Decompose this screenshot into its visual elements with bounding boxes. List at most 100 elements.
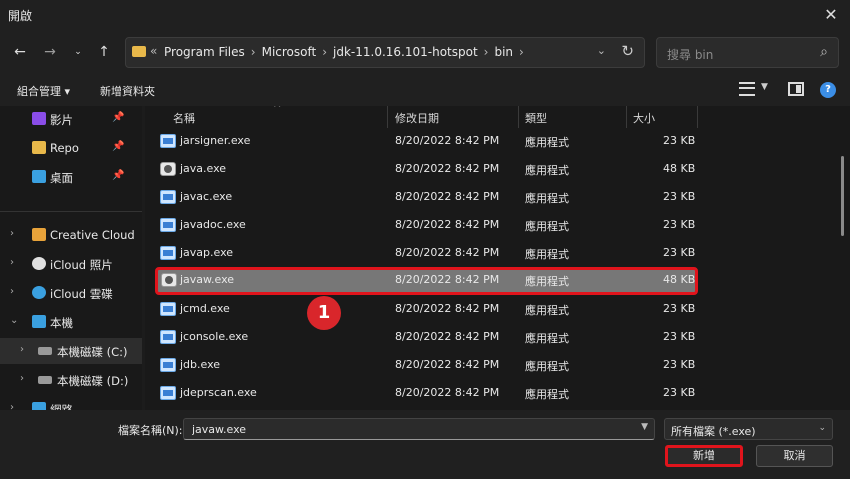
- creative-cloud-icon: [32, 228, 46, 241]
- sidebar-item-videos[interactable]: 影片 📌: [0, 106, 142, 132]
- chevron-right-icon[interactable]: ›: [20, 344, 24, 355]
- recent-chevron-icon[interactable]: ⌄: [68, 42, 88, 62]
- search-input[interactable]: 搜尋 bin ⌕: [656, 37, 839, 68]
- breadcrumb: Program Files › Microsoft › jdk-11.0.16.10…: [164, 45, 524, 59]
- close-icon[interactable]: ✕: [820, 4, 842, 26]
- filename-input[interactable]: [184, 419, 654, 439]
- chevron-down-icon[interactable]: ▼: [641, 422, 648, 432]
- column-divider[interactable]: [626, 106, 627, 128]
- file-size: 23 KB: [663, 190, 696, 203]
- filename-field[interactable]: ▼: [183, 418, 655, 440]
- navigation-bar: ← → ⌄ ↑ « Program Files › Microsoft › jdk-…: [0, 30, 850, 74]
- window-title: 開啟: [8, 9, 33, 23]
- sidebar-item-icloud-photos[interactable]: › iCloud 照片: [0, 251, 142, 277]
- chevron-down-icon: ⌄: [818, 423, 826, 433]
- chevron-down-icon[interactable]: ⌄: [10, 315, 18, 326]
- view-list-icon[interactable]: [739, 82, 755, 96]
- file-type: 應用程式: [525, 164, 569, 177]
- filename-label: 檔案名稱(N):: [118, 424, 183, 437]
- chevron-right-icon[interactable]: ›: [10, 228, 14, 239]
- exe-icon: [160, 386, 176, 400]
- file-date: 8/20/2022 8:42 PM: [395, 386, 500, 399]
- file-date: 8/20/2022 8:42 PM: [395, 246, 500, 259]
- file-name: javaw.exe: [180, 273, 235, 286]
- column-divider[interactable]: [387, 106, 388, 128]
- dialog-footer: 檔案名稱(N): ▼ 所有檔案 (*.exe) ⌄ 新增 取消: [0, 410, 850, 479]
- vertical-scrollbar[interactable]: [841, 156, 844, 236]
- file-row[interactable]: javac.exe 8/20/2022 8:42 PM 應用程式 23 KB: [155, 185, 698, 211]
- file-list: ^ 名稱 修改日期 類型 大小 jarsigner.exe 8/20/2022 …: [145, 106, 850, 410]
- pc-icon: [32, 315, 46, 328]
- new-folder-button[interactable]: 新增資料夾: [100, 83, 155, 99]
- pin-icon[interactable]: 📌: [112, 112, 124, 123]
- sidebar-item-drive-c[interactable]: › 本機磁碟 (C:): [0, 338, 142, 364]
- breadcrumb-item[interactable]: Microsoft: [262, 45, 317, 59]
- navigation-pane: 影片 📌 Repo 📌 桌面 📌 › Creative Cloud › iClo…: [0, 106, 142, 410]
- chevron-right-icon[interactable]: ›: [251, 45, 256, 59]
- sidebar-item-network[interactable]: › 網路: [0, 396, 142, 410]
- pin-icon[interactable]: 📌: [112, 141, 124, 152]
- drive-d-icon: [38, 376, 52, 384]
- file-size: 23 KB: [663, 134, 696, 147]
- file-name: jarsigner.exe: [180, 134, 251, 147]
- cancel-button[interactable]: 取消: [756, 445, 833, 467]
- file-type: 應用程式: [525, 360, 569, 373]
- chevron-down-icon[interactable]: ▼: [761, 82, 768, 92]
- file-row[interactable]: jarsigner.exe 8/20/2022 8:42 PM 應用程式 23 …: [155, 129, 698, 155]
- file-row[interactable]: javap.exe 8/20/2022 8:42 PM 應用程式 23 KB: [155, 241, 698, 267]
- sidebar-item-label: 桌面: [50, 171, 73, 185]
- chevron-right-icon[interactable]: ›: [10, 257, 14, 268]
- sidebar-item-this-pc[interactable]: ⌄ 本機: [0, 309, 142, 335]
- file-type: 應用程式: [525, 388, 569, 401]
- file-row-selected[interactable]: javaw.exe 8/20/2022 8:42 PM 應用程式 48 KB: [155, 267, 698, 295]
- annotation-badge-1: 1: [307, 296, 341, 330]
- file-size: 48 KB: [663, 162, 696, 175]
- up-arrow-icon[interactable]: ↑: [94, 42, 114, 62]
- open-button[interactable]: 新增: [665, 445, 743, 467]
- file-row[interactable]: jdb.exe 8/20/2022 8:42 PM 應用程式 23 KB: [155, 353, 698, 379]
- address-bar[interactable]: « Program Files › Microsoft › jdk-11.0.16.…: [125, 37, 645, 68]
- sidebar-item-desktop[interactable]: 桌面 📌: [0, 164, 142, 190]
- file-row[interactable]: jconsole.exe 8/20/2022 8:42 PM 應用程式 23 K…: [155, 325, 698, 351]
- sidebar-item-label: 本機: [50, 316, 73, 330]
- column-divider[interactable]: [697, 106, 698, 128]
- column-divider[interactable]: [518, 106, 519, 128]
- file-row[interactable]: javadoc.exe 8/20/2022 8:42 PM 應用程式 23 KB: [155, 213, 698, 239]
- file-date: 8/20/2022 8:42 PM: [395, 218, 500, 231]
- chevron-right-icon[interactable]: ›: [484, 45, 489, 59]
- help-icon[interactable]: ?: [820, 82, 836, 98]
- filetype-select[interactable]: 所有檔案 (*.exe) ⌄: [664, 418, 833, 440]
- file-type: 應用程式: [525, 192, 569, 205]
- file-row[interactable]: jcmd.exe 8/20/2022 8:42 PM 應用程式 23 KB: [155, 297, 698, 323]
- back-arrow-icon[interactable]: ←: [10, 42, 30, 62]
- breadcrumb-item[interactable]: Program Files: [164, 45, 245, 59]
- file-type: 應用程式: [525, 220, 569, 233]
- preview-pane-icon[interactable]: [788, 82, 804, 96]
- breadcrumb-item[interactable]: jdk-11.0.16.101-hotspot: [333, 45, 478, 59]
- breadcrumb-overflow[interactable]: «: [150, 44, 157, 58]
- breadcrumb-item[interactable]: bin: [494, 45, 513, 59]
- pin-icon[interactable]: 📌: [112, 170, 124, 181]
- file-size: 23 KB: [663, 330, 696, 343]
- chevron-right-icon[interactable]: ›: [10, 402, 14, 410]
- sidebar-item-drive-d[interactable]: › 本機磁碟 (D:): [0, 367, 142, 393]
- file-name: javac.exe: [180, 190, 233, 203]
- sidebar-item-creative-cloud[interactable]: › Creative Cloud: [0, 222, 142, 248]
- file-date: 8/20/2022 8:42 PM: [395, 302, 500, 315]
- chevron-right-icon[interactable]: ›: [20, 373, 24, 384]
- file-row[interactable]: jdeprscan.exe 8/20/2022 8:42 PM 應用程式 23 …: [155, 381, 698, 407]
- file-row[interactable]: java.exe 8/20/2022 8:42 PM 應用程式 48 KB: [155, 157, 698, 183]
- folder-icon: [132, 46, 146, 57]
- sidebar-item-icloud-drive[interactable]: › iCloud 雲碟: [0, 280, 142, 306]
- icloud-drive-icon: [32, 286, 46, 299]
- chevron-right-icon[interactable]: ›: [10, 286, 14, 297]
- organize-menu-button[interactable]: 組合管理 ▾: [17, 83, 70, 99]
- chevron-down-icon[interactable]: ⌄: [597, 44, 606, 57]
- refresh-icon[interactable]: ↻: [621, 42, 634, 60]
- file-type: 應用程式: [525, 304, 569, 317]
- forward-arrow-icon[interactable]: →: [40, 42, 60, 62]
- chevron-right-icon[interactable]: ›: [322, 45, 327, 59]
- chevron-right-icon[interactable]: ›: [519, 45, 524, 59]
- sidebar-item-repo[interactable]: Repo 📌: [0, 135, 142, 161]
- file-date: 8/20/2022 8:42 PM: [395, 273, 500, 286]
